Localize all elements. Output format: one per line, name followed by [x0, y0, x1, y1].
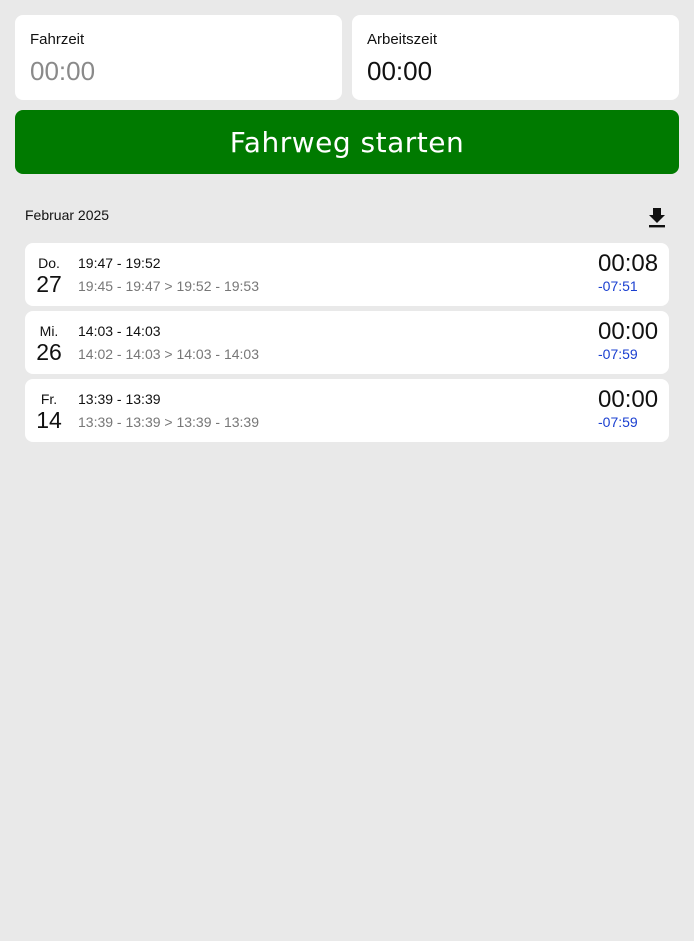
time-delta: -07:51 [598, 278, 638, 294]
time-detail: 19:45 - 19:47 > 19:52 - 19:53 [78, 278, 259, 294]
time-detail: 14:02 - 14:03 > 14:03 - 14:03 [78, 346, 259, 362]
summary-cards: Fahrzeit 00:00 Arbeitszeit 00:00 [15, 15, 679, 100]
list-item[interactable]: Do. 27 19:47 - 19:52 19:45 - 19:47 > 19:… [25, 243, 669, 306]
duration: 00:00 [598, 386, 659, 413]
drive-time-card: Fahrzeit 00:00 [15, 15, 342, 100]
time-range: 13:39 - 13:39 [78, 391, 161, 407]
day-number: 27 [36, 271, 62, 297]
day-column: Do. 27 [25, 243, 73, 306]
download-icon-graphic [649, 208, 665, 228]
day-number: 14 [36, 407, 62, 433]
list-item[interactable]: Mi. 26 14:03 - 14:03 14:02 - 14:03 > 14:… [25, 311, 669, 374]
work-time-value: 00:00 [367, 56, 433, 86]
start-route-button[interactable]: Fahrweg starten [15, 110, 679, 174]
drive-time-label: Fahrzeit [30, 31, 85, 48]
time-range: 19:47 - 19:52 [78, 255, 161, 271]
time-detail: 13:39 - 13:39 > 13:39 - 13:39 [78, 414, 259, 430]
month-title: Februar 2025 [25, 207, 110, 223]
day-name: Do. [38, 255, 60, 271]
day-column: Mi. 26 [25, 311, 73, 374]
time-range: 14:03 - 14:03 [78, 323, 161, 339]
list-item[interactable]: Fr. 14 13:39 - 13:39 13:39 - 13:39 > 13:… [25, 379, 669, 442]
work-time-label: Arbeitszeit [367, 31, 438, 48]
drive-time-value: 00:00 [30, 56, 96, 86]
work-time-card: Arbeitszeit 00:00 [352, 15, 679, 100]
time-delta: -07:59 [598, 346, 638, 362]
time-delta: -07:59 [598, 414, 638, 430]
day-name: Fr. [40, 391, 58, 407]
entry-list: Do. 27 19:47 - 19:52 19:45 - 19:47 > 19:… [25, 243, 669, 447]
month-header: Februar 2025 [25, 203, 669, 229]
duration: 00:08 [598, 250, 659, 277]
day-name: Mi. [39, 323, 59, 339]
day-number: 26 [36, 339, 62, 365]
download-icon[interactable] [647, 206, 667, 228]
day-column: Fr. 14 [25, 379, 73, 442]
duration: 00:00 [598, 318, 659, 345]
